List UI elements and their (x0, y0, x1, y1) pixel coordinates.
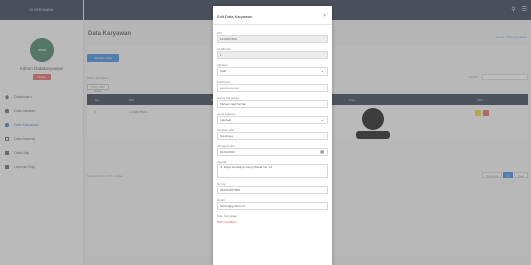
birthdate-field[interactable]: 01/01/2000 ▦ (217, 148, 328, 156)
nik-field: 1234567890 (217, 35, 328, 43)
photo-warning: Pilih Foto Baru (217, 220, 237, 224)
close-icon[interactable]: × (323, 13, 326, 19)
birthplace-field[interactable]: Surabaya (217, 132, 328, 140)
chevron-down-icon: ⌄ (320, 68, 324, 73)
name-field[interactable]: Muhammad Farhan (217, 100, 328, 108)
modal-body: NIK 1234567890 Id Jabatan 1 Jabatan Staf… (213, 25, 332, 224)
modal-title: Edit Data Karyawan (217, 14, 253, 19)
modal-header: Edit Data Karyawan × (213, 6, 332, 25)
photo-label: Foto Karyawan (217, 214, 238, 218)
jabatan-select[interactable]: Staff ⌄ (217, 67, 328, 76)
chevron-down-icon: ⌄ (320, 117, 324, 122)
password-field[interactable]: •••••••••••••••••• (217, 84, 328, 92)
address-textarea[interactable]: Jl. Raya Surabaya Gang Mawar No. 12 (217, 164, 328, 178)
email-field[interactable]: farhan@gmail.com (217, 202, 328, 210)
jabatan-id-field: 1 (217, 51, 328, 59)
calendar-icon[interactable]: ▦ (320, 149, 324, 155)
edit-employee-modal: Edit Data Karyawan × NIK 1234567890 Id J… (213, 6, 332, 265)
gender-select[interactable]: Laki-laki ⌄ (217, 116, 328, 124)
phone-field[interactable]: 081234567890 (217, 186, 328, 194)
jabatan-select-value: Staff (220, 69, 227, 73)
gender-select-value: Laki-laki (220, 118, 232, 122)
birthdate-value: 01/01/2000 (220, 150, 236, 154)
